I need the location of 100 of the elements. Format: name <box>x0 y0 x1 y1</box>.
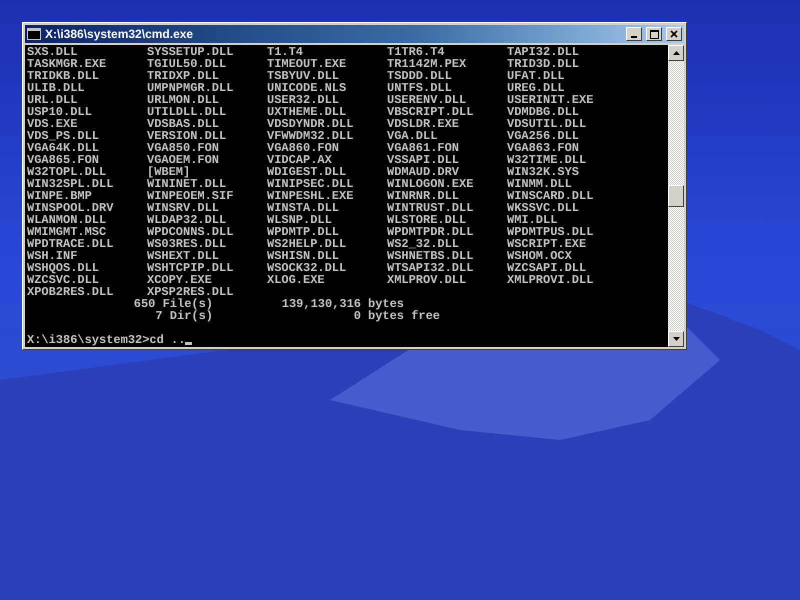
file-name: VDMDBG.DLL <box>507 106 580 118</box>
file-name: SYSSETUP.DLL <box>147 46 234 58</box>
file-name: WSHEXT.DLL <box>147 250 220 262</box>
file-name: XPOB2RES.DLL <box>27 286 114 298</box>
summary-unit: bytes <box>368 298 404 310</box>
summary-unit: bytes free <box>368 310 440 322</box>
file-name: UFAT.DLL <box>507 70 566 82</box>
file-name: VIDCAP.AX <box>267 154 333 166</box>
file-name: TRIDKB.DLL <box>27 70 100 82</box>
maximize-icon <box>650 30 658 38</box>
file-name: WINSTA.DLL <box>267 202 340 214</box>
file-name: UREG.DLL <box>507 82 566 94</box>
close-button[interactable] <box>666 27 682 41</box>
file-name: WSH.INF <box>27 250 78 262</box>
file-name: TSDDD.DLL <box>387 70 453 82</box>
file-name: WSHTCPIP.DLL <box>147 262 234 274</box>
file-name: WINPEOEM.SIF <box>147 190 234 202</box>
file-name: XPSP2RES.DLL <box>147 286 234 298</box>
file-name: VERSION.DLL <box>147 130 228 142</box>
file-name: USER32.DLL <box>267 94 340 106</box>
file-name: UNICODE.NLS <box>267 82 348 94</box>
file-name: VGA861.FON <box>387 142 460 154</box>
file-name: WTSAPI32.DLL <box>387 262 474 274</box>
file-name: WLSNP.DLL <box>267 214 333 226</box>
scroll-down-button[interactable] <box>668 331 684 347</box>
file-name: VGA.DLL <box>387 130 438 142</box>
maximize-button[interactable] <box>646 27 662 41</box>
file-name: WS2HELP.DLL <box>267 238 348 250</box>
file-name: XCOPY.EXE <box>147 274 213 286</box>
file-name: ULIB.DLL <box>27 82 86 94</box>
file-name: WSHISN.DLL <box>267 250 340 262</box>
file-name: VBSCRIPT.DLL <box>387 106 474 118</box>
file-name: W32TIME.DLL <box>507 154 588 166</box>
file-name: WSHOM.OCX <box>507 250 573 262</box>
file-name: WINSPOOL.DRV <box>27 202 114 214</box>
file-name: VDSLDR.EXE <box>387 118 460 130</box>
text-cursor <box>185 342 192 345</box>
summary-number: 139,130,316 <box>280 298 361 310</box>
file-name: URL.DLL <box>27 94 78 106</box>
file-name: SXS.DLL <box>27 46 78 58</box>
file-name: TRID3D.DLL <box>507 58 580 70</box>
file-name: WDMAUD.DRV <box>387 166 460 178</box>
file-name: VSSAPI.DLL <box>387 154 460 166</box>
close-icon <box>670 30 678 38</box>
file-name: WLSTORE.DLL <box>387 214 468 226</box>
file-name: VDS_PS.DLL <box>27 130 100 142</box>
file-name: WIN32K.SYS <box>507 166 580 178</box>
file-name: UNTFS.DLL <box>387 82 453 94</box>
file-name: WINMM.DLL <box>507 178 573 190</box>
file-name: T1.T4 <box>267 46 304 58</box>
file-name: WSCRIPT.EXE <box>507 238 588 250</box>
file-name: WSHNETBS.DLL <box>387 250 474 262</box>
file-name: WPDMTPDR.DLL <box>387 226 474 238</box>
file-name: VDSUTIL.DLL <box>507 118 588 130</box>
file-name: VDSBAS.DLL <box>147 118 220 130</box>
file-name: WINSRV.DLL <box>147 202 220 214</box>
file-name: VFWWDM32.DLL <box>267 130 354 142</box>
summary-count: 7 Dir(s) <box>154 310 213 322</box>
file-name: WINTRUST.DLL <box>387 202 474 214</box>
file-name: WSOCK32.DLL <box>267 262 348 274</box>
up-arrow-icon <box>672 51 680 55</box>
file-name: WPDMTPUS.DLL <box>507 226 594 238</box>
file-name: WPDMTP.DLL <box>267 226 340 238</box>
file-name: WINPESHL.EXE <box>267 190 354 202</box>
file-name: VGA865.FON <box>27 154 100 166</box>
file-name: TGIUL50.DLL <box>147 58 228 70</box>
scrollbar[interactable] <box>668 45 684 347</box>
file-name: WINSCARD.DLL <box>507 190 594 202</box>
scroll-up-button[interactable] <box>668 45 684 61</box>
file-name: XMLPROV.DLL <box>387 274 468 286</box>
file-name: VGA64K.DLL <box>27 142 100 154</box>
minimize-button[interactable] <box>626 27 642 41</box>
file-name: WININET.DLL <box>147 178 228 190</box>
file-name: TR1142M.PEX <box>387 58 468 70</box>
file-name: WMI.DLL <box>507 214 558 226</box>
file-name: XLOG.EXE <box>267 274 326 286</box>
file-name: UMPNPMGR.DLL <box>147 82 234 94</box>
window-title: X:\i386\system32\cmd.exe <box>45 27 194 41</box>
file-name: WPDTRACE.DLL <box>27 238 114 250</box>
file-name: WKSSVC.DLL <box>507 202 580 214</box>
file-name: W32TOPL.DLL <box>27 166 108 178</box>
file-name: UXTHEME.DLL <box>267 106 348 118</box>
file-name: VGA860.FON <box>267 142 340 154</box>
summary-count: 650 File(s) <box>132 298 213 310</box>
file-name: VDSDYNDR.DLL <box>267 118 354 130</box>
file-name: UTILDLL.DLL <box>147 106 228 118</box>
file-name: VDS.EXE <box>27 118 78 130</box>
file-name: WPDCONNS.DLL <box>147 226 234 238</box>
file-name: WINRNR.DLL <box>387 190 460 202</box>
console-icon <box>27 28 41 40</box>
file-name: WINIPSEC.DLL <box>267 178 354 190</box>
scroll-thumb[interactable] <box>668 185 684 207</box>
file-name: USERINIT.EXE <box>507 94 594 106</box>
file-name: WZCSAPI.DLL <box>507 262 588 274</box>
file-name: XMLPROVI.DLL <box>507 274 594 286</box>
file-name: VGA850.FON <box>147 142 220 154</box>
file-name: WLANMON.DLL <box>27 214 108 226</box>
file-name: TSBYUV.DLL <box>267 70 340 82</box>
file-name: WZCSVC.DLL <box>27 274 100 286</box>
file-name: VGA256.DLL <box>507 130 580 142</box>
